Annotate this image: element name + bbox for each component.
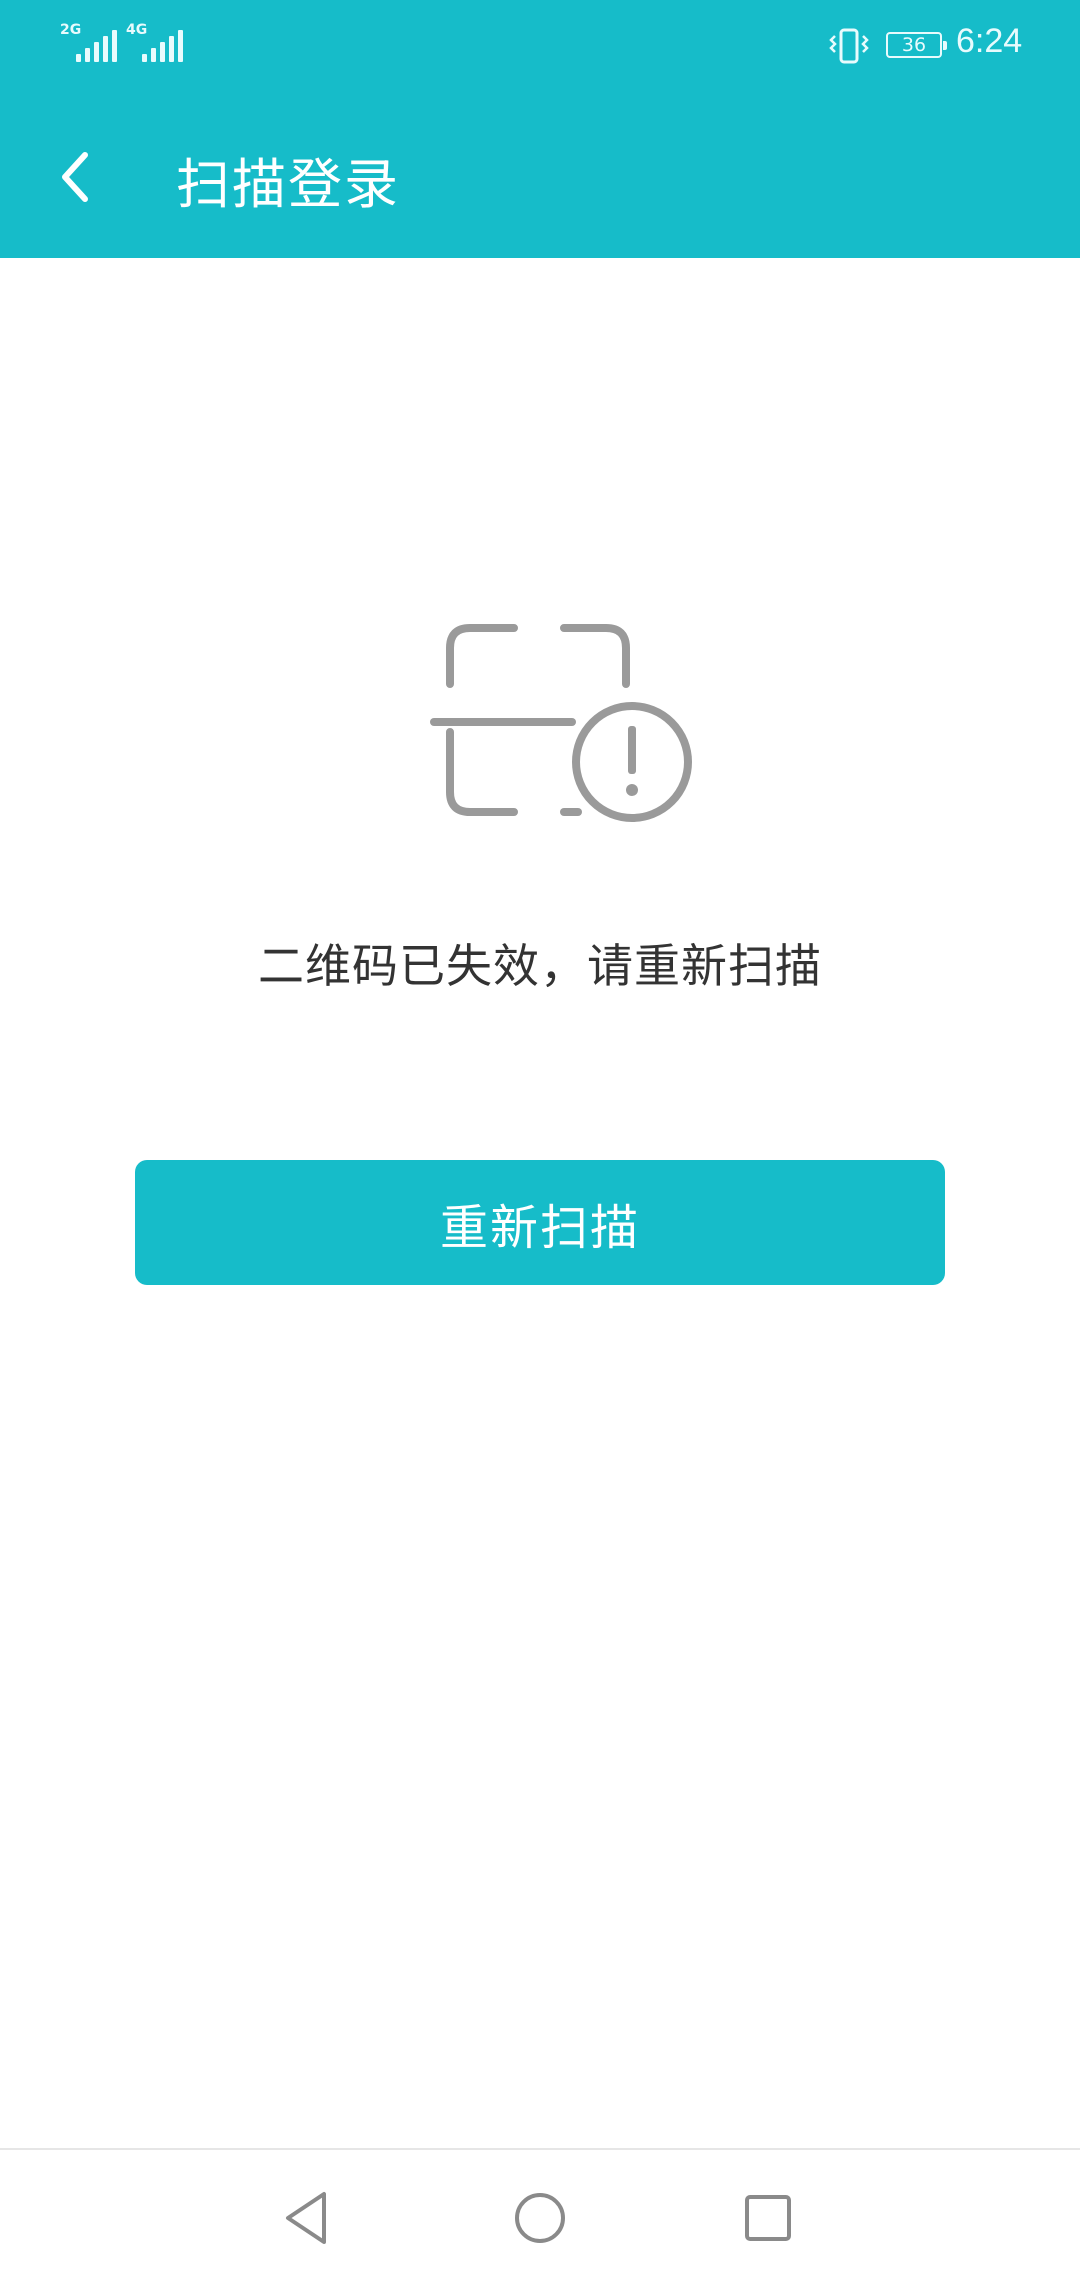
signal-indicator-1: 2G	[60, 22, 120, 62]
battery-level: 36	[901, 34, 927, 56]
status-bar: 2G 4G 36 6:24	[0, 0, 1080, 92]
app-screen: 2G 4G 36 6:24 扫描登录 二维码已失效，请重新扫描 重新扫描	[0, 0, 1080, 2280]
header: 2G 4G 36 6:24 扫描登录	[0, 0, 1080, 258]
status-message: 二维码已失效，请重新扫描	[258, 939, 822, 993]
signal-indicator-2: 4G	[126, 22, 188, 62]
back-button[interactable]	[40, 142, 110, 212]
rescan-button[interactable]: 重新扫描	[135, 1160, 945, 1285]
triangle-back-icon[interactable]	[278, 2188, 338, 2248]
battery-icon: 36	[886, 32, 947, 58]
square-recent-icon[interactable]	[738, 2188, 798, 2248]
system-nav-bar	[0, 2148, 1080, 2280]
chevron-left-icon	[62, 152, 88, 202]
page-title: 扫描登录	[176, 153, 400, 216]
signal-bars-icon	[76, 30, 117, 62]
circle-home-icon[interactable]	[510, 2188, 570, 2248]
signal-bars-icon	[142, 30, 183, 62]
vibrate-icon	[829, 28, 869, 64]
title-bar: 扫描登录	[0, 92, 1080, 258]
status-time: 6:24	[956, 22, 1023, 60]
qr-scan-expired-icon	[430, 624, 692, 822]
